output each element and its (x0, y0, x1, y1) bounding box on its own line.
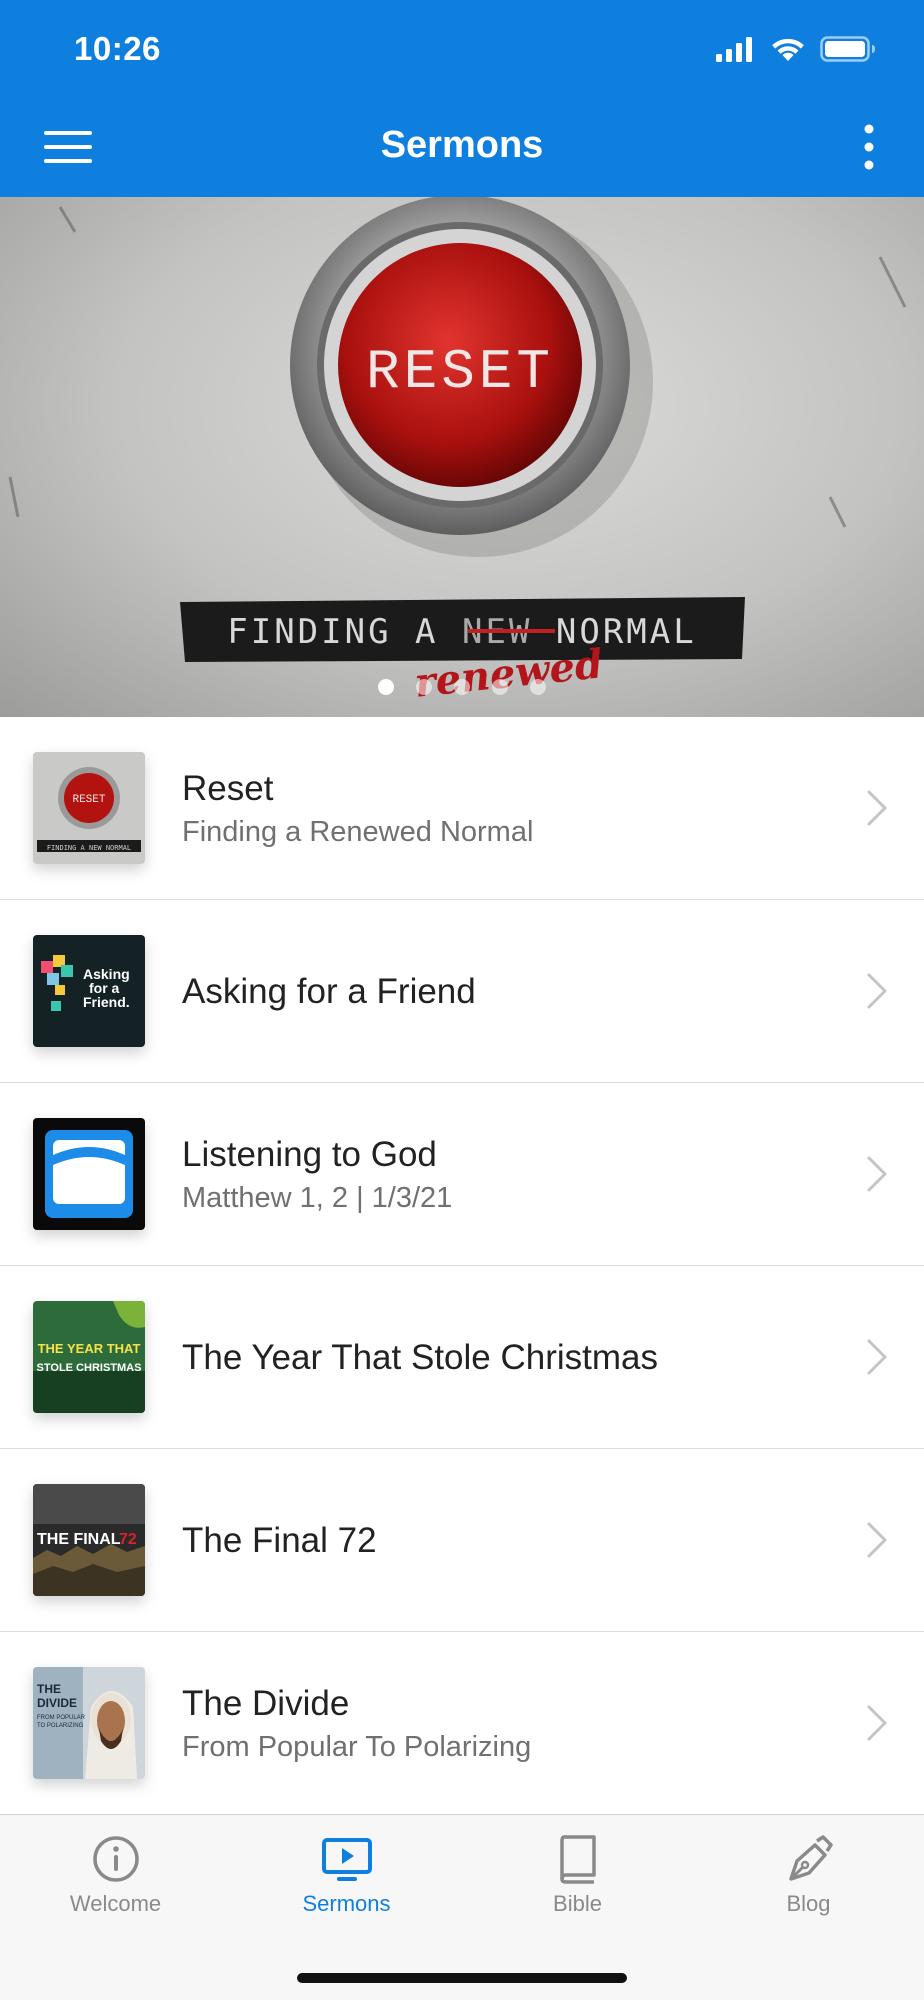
tab-label: Welcome (69, 1891, 162, 1916)
pen-icon (788, 1835, 833, 1881)
series-title: Asking for a Friend (182, 971, 476, 1011)
svg-text:STOLE CHRISTMAS: STOLE CHRISTMAS (37, 1362, 142, 1374)
carousel-dot[interactable] (454, 679, 470, 695)
chevron-right-icon (867, 1705, 887, 1741)
svg-text:RESET: RESET (72, 794, 105, 806)
svg-text:Friend.: Friend. (83, 994, 130, 1010)
more-vertical-icon (864, 124, 874, 170)
series-subtitle: Finding a Renewed Normal (182, 815, 534, 848)
list-item-text: The Year That Stole Christmas (182, 1266, 814, 1449)
list-item-text: Reset Finding a Renewed Normal (182, 717, 814, 900)
svg-text:THE: THE (37, 1682, 61, 1696)
series-title: Reset (182, 768, 274, 808)
list-item-the-final-72[interactable]: THE FINAL 72 The Final 72 (0, 1449, 924, 1632)
page-title: Sermons (380, 124, 544, 166)
hero-button-text: RESET (366, 340, 554, 404)
svg-text:FINDING A NEW NORMAL: FINDING A NEW NORMAL (47, 844, 131, 852)
list-item-asking-for-a-friend[interactable]: Asking for a Friend. Asking for a Friend (0, 900, 924, 1083)
series-subtitle: Matthew 1, 2 | 1/3/21 (182, 1181, 453, 1214)
tab-blog[interactable]: Blog (693, 1833, 924, 1917)
list-item-text: Asking for a Friend (182, 900, 814, 1083)
series-title: The Year That Stole Christmas (182, 1337, 658, 1377)
series-thumbnail (33, 1118, 145, 1230)
info-icon (92, 1836, 139, 1882)
carousel-dot[interactable] (416, 679, 432, 695)
series-thumbnail: THE YEAR THAT STOLE CHRISTMAS (33, 1301, 145, 1413)
series-thumbnail: RESET FINDING A NEW NORMAL (33, 752, 145, 864)
series-thumbnail: Asking for a Friend. (33, 935, 145, 1047)
carousel-dot[interactable] (492, 679, 508, 695)
chevron-right-icon (867, 1156, 887, 1192)
list-item-reset[interactable]: RESET FINDING A NEW NORMAL Reset Finding… (0, 717, 924, 900)
hero-tagline-prefix: FINDING A (227, 612, 438, 652)
carousel-dot[interactable] (530, 679, 546, 695)
list-item-text: The Final 72 (182, 1449, 814, 1632)
wifi-icon (772, 38, 804, 61)
svg-text:72: 72 (119, 1531, 137, 1548)
list-item-the-year-that-stole-christmas[interactable]: THE YEAR THAT STOLE CHRISTMAS The Year T… (0, 1266, 924, 1449)
app-header: 10:26 Sermons (0, 0, 924, 197)
tab-bible[interactable]: Bible (462, 1833, 693, 1917)
chevron-right-icon (867, 1339, 887, 1375)
tab-label: Bible (553, 1891, 602, 1916)
list-item-text: Listening to God Matthew 1, 2 | 1/3/21 (182, 1083, 814, 1266)
svg-text:TO POLARIZING: TO POLARIZING (37, 1723, 84, 1729)
carousel-dot[interactable] (378, 679, 394, 695)
list-item-listening-to-god[interactable]: Listening to God Matthew 1, 2 | 1/3/21 (0, 1083, 924, 1266)
svg-text:THE YEAR THAT: THE YEAR THAT (38, 1341, 141, 1356)
nav-bar: Sermons (0, 100, 924, 197)
more-options-button[interactable] (854, 122, 884, 172)
featured-series-banner[interactable]: RESET FINDING A NEW NORMAL renewed (0, 197, 924, 717)
reset-button-artwork: RESET FINDING A NEW NORMAL renewed (8, 197, 907, 707)
series-title: Listening to God (182, 1134, 437, 1174)
tab-welcome[interactable]: Welcome (0, 1833, 231, 1917)
list-item-text: The Divide From Popular To Polarizing (182, 1632, 814, 1815)
sermon-series-list: RESET FINDING A NEW NORMAL Reset Finding… (0, 717, 924, 1815)
svg-text:DIVIDE: DIVIDE (37, 1696, 77, 1710)
chevron-right-icon (867, 790, 887, 826)
carousel-pagination (0, 679, 924, 695)
tab-label: Sermons (302, 1891, 391, 1916)
tab-sermons[interactable]: Sermons (231, 1833, 462, 1917)
status-icons (716, 36, 876, 62)
svg-text:THE FINAL: THE FINAL (37, 1531, 121, 1548)
cellular-signal-icon (716, 37, 752, 62)
chevron-right-icon (867, 973, 887, 1009)
series-title: The Divide (182, 1683, 350, 1723)
tv-play-icon (321, 1838, 372, 1881)
book-icon (559, 1835, 596, 1884)
svg-text:FROM POPULAR: FROM POPULAR (37, 1715, 86, 1721)
chevron-right-icon (867, 1522, 887, 1558)
status-bar: 10:26 (0, 0, 924, 100)
series-subtitle: From Popular To Polarizing (182, 1730, 532, 1763)
home-indicator (297, 1973, 627, 1983)
battery-icon (820, 36, 875, 62)
series-thumbnail: THE FINAL 72 (33, 1484, 145, 1596)
series-thumbnail: THE DIVIDE FROM POPULAR TO POLARIZING (33, 1667, 145, 1779)
series-title: The Final 72 (182, 1520, 377, 1560)
tab-label: Blog (786, 1891, 831, 1916)
status-time: 10:26 (74, 30, 161, 67)
list-item-the-divide[interactable]: THE DIVIDE FROM POPULAR TO POLARIZING Th… (0, 1632, 924, 1815)
svg-text:FINDING A NEW: FINDING A NEW NORMAL (227, 612, 696, 652)
